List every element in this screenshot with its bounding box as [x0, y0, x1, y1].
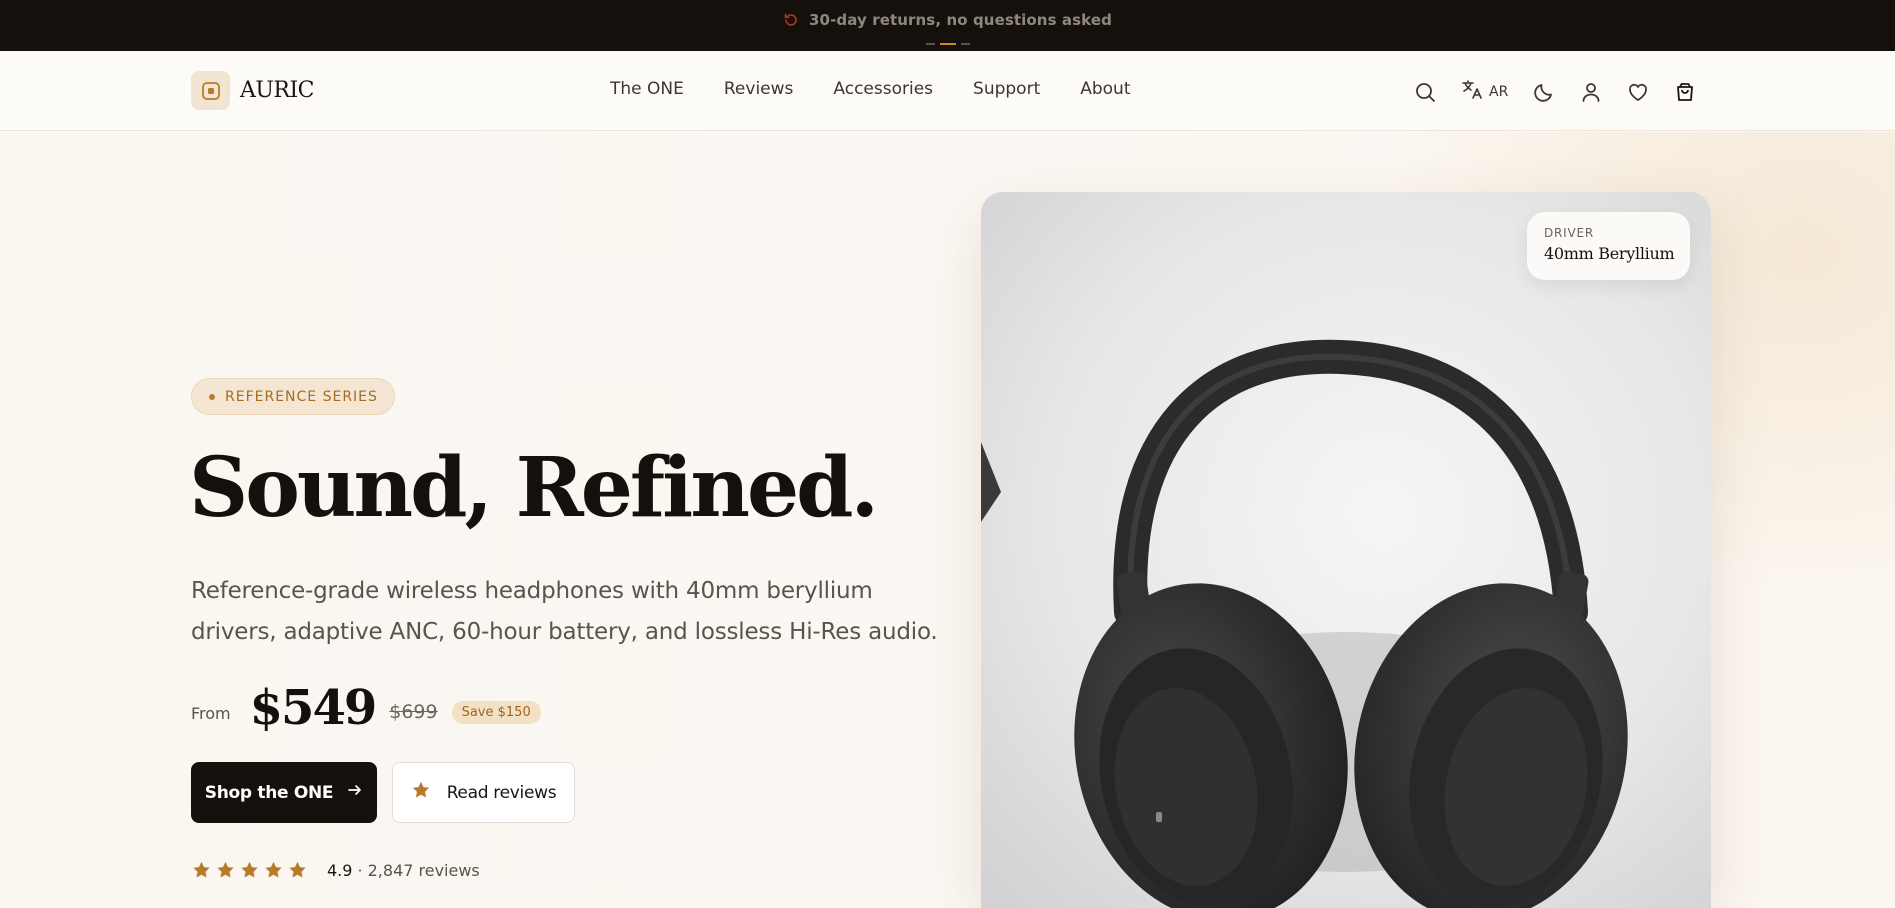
- nav-item-accessories[interactable]: Accessories: [833, 79, 933, 99]
- account-icon[interactable]: [1579, 80, 1603, 104]
- shop-button-label: Shop the ONE: [204, 782, 334, 803]
- original-price: $699: [389, 701, 438, 723]
- wishlist-icon[interactable]: [1626, 80, 1650, 104]
- rating-stars: [191, 860, 308, 880]
- star-icon: [217, 861, 234, 878]
- badge-label: REFERENCE SERIES: [225, 388, 378, 405]
- star-icon: [241, 861, 258, 878]
- nav-item-the-one[interactable]: The ONE: [610, 79, 684, 99]
- rating-score: 4.9: [327, 860, 353, 880]
- nav-item-about[interactable]: About: [1080, 79, 1130, 99]
- search-icon[interactable]: [1413, 80, 1437, 104]
- review-count: · 2,847 reviews: [357, 860, 480, 880]
- spec-label: DRIVER: [1544, 226, 1595, 240]
- star-icon: [289, 861, 306, 878]
- brand-name: AURIC: [240, 78, 315, 103]
- refresh-icon: [783, 12, 799, 28]
- brand-logo[interactable]: AURIC: [191, 71, 315, 110]
- announcement-pagination: [0, 43, 1895, 45]
- dark-mode-icon[interactable]: [1532, 80, 1556, 104]
- star-icon: [411, 780, 431, 805]
- main-nav: The ONE Reviews Accessories Support Abou…: [610, 79, 1131, 99]
- read-reviews-button[interactable]: Read reviews: [392, 762, 575, 823]
- header-actions: AR: [1413, 78, 1697, 105]
- product-image-card: [981, 192, 1711, 908]
- rating-summary: 4.9 · 2,847 reviews: [191, 860, 480, 880]
- language-toggle[interactable]: AR: [1461, 78, 1508, 105]
- nav-item-reviews[interactable]: Reviews: [724, 79, 794, 99]
- driver-spec-card: DRIVER 40mm Beryllium: [1527, 212, 1690, 280]
- arrow-right-icon: [347, 782, 363, 803]
- headphones-image: [981, 192, 1711, 908]
- save-badge: Save $150: [451, 700, 541, 724]
- pagination-dot-active[interactable]: [939, 43, 956, 45]
- pagination-dot[interactable]: [925, 43, 935, 45]
- language-label: AR: [1489, 83, 1509, 100]
- series-badge: REFERENCE SERIES: [191, 378, 395, 415]
- hero-subtitle: Reference-grade wireless headphones with…: [191, 578, 938, 645]
- badge-dot: [209, 393, 215, 400]
- translate-icon: [1461, 78, 1483, 105]
- read-reviews-label: Read reviews: [446, 782, 557, 803]
- star-icon: [265, 861, 282, 878]
- hero-headline: Sound, Refined.: [189, 440, 879, 536]
- current-price: $549: [249, 680, 378, 736]
- site-header: AURIC The ONE Reviews Accessories Suppor…: [0, 51, 1895, 131]
- price-prefix: From: [191, 703, 231, 723]
- shop-button[interactable]: Shop the ONE: [191, 762, 377, 823]
- announcement-bar: 30-day returns, no questions asked: [0, 0, 1895, 51]
- nav-item-support[interactable]: Support: [973, 79, 1040, 99]
- price-row: From $549 $699 Save $150: [191, 680, 541, 736]
- spec-value: 40mm Beryllium: [1544, 244, 1675, 263]
- pagination-dot[interactable]: [960, 43, 970, 45]
- star-icon: [193, 861, 210, 878]
- logo-icon: [191, 71, 230, 110]
- cart-icon[interactable]: [1673, 80, 1697, 104]
- announcement-text: 30-day returns, no questions asked: [809, 11, 1112, 29]
